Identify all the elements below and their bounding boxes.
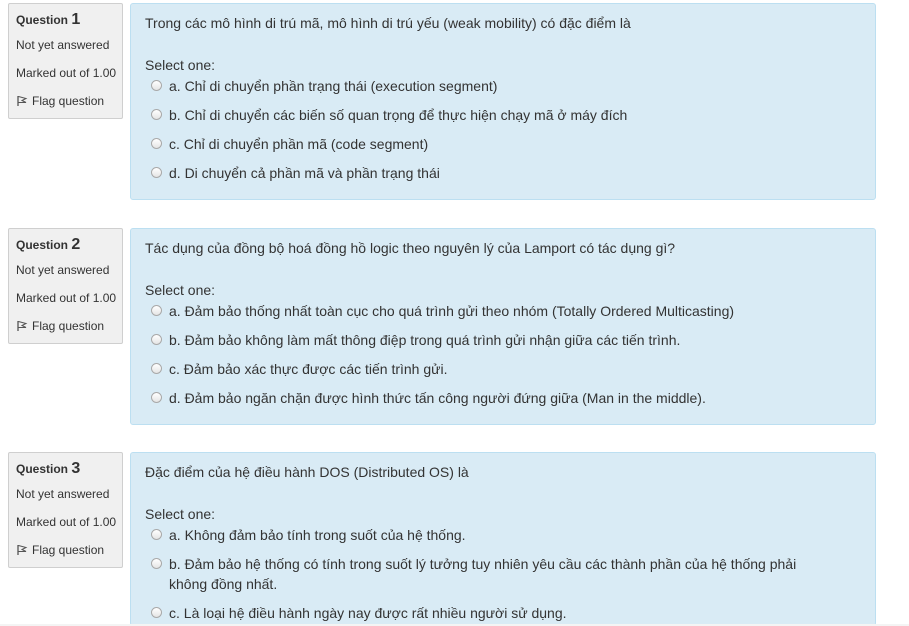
- answer-option-b[interactable]: b. Chỉ di chuyển các biến số quan trọng …: [145, 105, 861, 125]
- question-text: Đặc điểm của hệ điều hành DOS (Distribut…: [145, 464, 469, 480]
- answer-option-text: b. Đảm bảo hệ thống có tính trong suốt l…: [169, 556, 797, 592]
- question-number-value: 2: [71, 236, 81, 253]
- radio-unchecked-icon[interactable]: [151, 167, 162, 178]
- answer-option-text: a. Không đảm bảo tính trong suốt của hệ …: [169, 527, 466, 543]
- question-content: Đặc điểm của hệ điều hành DOS (Distribut…: [130, 452, 876, 626]
- question-info: Question 3 Not yet answered Marked out o…: [8, 452, 123, 568]
- flag-question-link[interactable]: Flag question: [16, 319, 122, 333]
- select-one-prompt: Select one:: [145, 506, 216, 522]
- question-grade: Marked out of 1.00: [16, 291, 117, 305]
- question-state: Not yet answered: [16, 263, 110, 277]
- answer-option-b[interactable]: b. Đảm bảo hệ thống có tính trong suốt l…: [145, 554, 861, 594]
- flag-icon: [16, 95, 28, 107]
- radio-unchecked-icon[interactable]: [151, 138, 162, 149]
- radio-unchecked-icon[interactable]: [151, 334, 162, 345]
- answer-options: a. Không đảm bảo tính trong suốt của hệ …: [145, 525, 861, 623]
- answer-option-c[interactable]: c. Là loại hệ điều hành ngày nay được rấ…: [145, 603, 861, 623]
- flag-question-label: Flag question: [32, 94, 105, 108]
- question-grade: Marked out of 1.00: [16, 66, 117, 80]
- radio-unchecked-icon[interactable]: [151, 305, 162, 316]
- answer-option-a[interactable]: a. Chỉ di chuyển phần trạng thái (execut…: [145, 76, 861, 96]
- answer-option-text: c. Chỉ di chuyển phần mã (code segment): [169, 136, 429, 152]
- answer-option-d[interactable]: d. Di chuyển cả phần mã và phần trạng th…: [145, 163, 861, 183]
- answer-option-d[interactable]: d. Đảm bảo ngăn chặn được hình thức tấn …: [145, 388, 861, 408]
- answer-options: a. Chỉ di chuyển phần trạng thái (execut…: [145, 76, 861, 183]
- flag-question-link[interactable]: Flag question: [16, 94, 122, 108]
- question-label: Question: [16, 238, 69, 252]
- question-label: Question: [16, 13, 69, 27]
- radio-unchecked-icon[interactable]: [151, 109, 162, 120]
- question-content: Tác dụng của đồng bộ hoá đồng hồ logic t…: [130, 228, 876, 425]
- flag-question-link[interactable]: Flag question: [16, 543, 122, 557]
- answer-option-c[interactable]: c. Đảm bảo xác thực được các tiến trình …: [145, 359, 861, 379]
- answer-option-text: a. Chỉ di chuyển phần trạng thái (execut…: [169, 78, 498, 94]
- question-text: Trong các mô hình di trú mã, mô hình di …: [145, 15, 631, 31]
- radio-unchecked-icon[interactable]: [151, 363, 162, 374]
- question-number-value: 1: [71, 11, 81, 28]
- flag-question-label: Flag question: [32, 543, 105, 557]
- flag-icon: [16, 320, 28, 332]
- question-number: Question 3: [16, 460, 122, 478]
- question-state: Not yet answered: [16, 487, 110, 501]
- radio-unchecked-icon[interactable]: [151, 392, 162, 403]
- radio-unchecked-icon[interactable]: [151, 529, 162, 540]
- answer-option-a[interactable]: a. Đảm bảo thống nhất toàn cục cho quá t…: [145, 301, 861, 321]
- answer-option-text: b. Đảm bảo không làm mất thông điệp tron…: [169, 332, 681, 348]
- radio-unchecked-icon[interactable]: [151, 607, 162, 618]
- answer-option-text: d. Di chuyển cả phần mã và phần trạng th…: [169, 165, 440, 181]
- question-info: Question 1 Not yet answered Marked out o…: [8, 3, 123, 119]
- answer-option-b[interactable]: b. Đảm bảo không làm mất thông điệp tron…: [145, 330, 861, 350]
- question-number-value: 3: [71, 460, 81, 477]
- question-content: Trong các mô hình di trú mã, mô hình di …: [130, 3, 876, 200]
- question-info: Question 2 Not yet answered Marked out o…: [8, 228, 123, 344]
- select-one-prompt: Select one:: [145, 57, 216, 73]
- answer-option-text: d. Đảm bảo ngăn chặn được hình thức tấn …: [169, 390, 706, 406]
- flag-question-label: Flag question: [32, 319, 105, 333]
- answer-option-a[interactable]: a. Không đảm bảo tính trong suốt của hệ …: [145, 525, 861, 545]
- radio-unchecked-icon[interactable]: [151, 558, 162, 569]
- answer-option-text: a. Đảm bảo thống nhất toàn cục cho quá t…: [169, 303, 735, 319]
- question-grade: Marked out of 1.00: [16, 515, 117, 529]
- question-state: Not yet answered: [16, 38, 110, 52]
- answer-options: a. Đảm bảo thống nhất toàn cục cho quá t…: [145, 301, 861, 408]
- flag-icon: [16, 544, 28, 556]
- answer-option-text: c. Đảm bảo xác thực được các tiến trình …: [169, 361, 448, 377]
- radio-unchecked-icon[interactable]: [151, 80, 162, 91]
- answer-option-text: b. Chỉ di chuyển các biến số quan trọng …: [169, 107, 628, 123]
- answer-option-c[interactable]: c. Chỉ di chuyển phần mã (code segment): [145, 134, 861, 154]
- answer-option-text: c. Là loại hệ điều hành ngày nay được rấ…: [169, 605, 567, 621]
- question-number: Question 2: [16, 236, 122, 254]
- question-label: Question: [16, 462, 69, 476]
- question-number: Question 1: [16, 11, 122, 29]
- select-one-prompt: Select one:: [145, 282, 216, 298]
- question-text: Tác dụng của đồng bộ hoá đồng hồ logic t…: [145, 240, 676, 256]
